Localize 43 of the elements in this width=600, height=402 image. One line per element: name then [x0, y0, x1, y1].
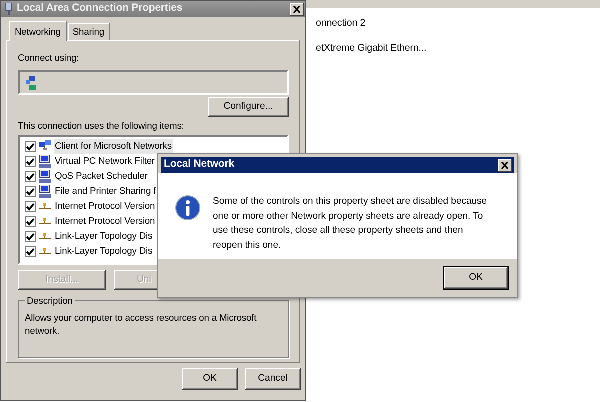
- connect-using-label: Connect using:: [18, 51, 80, 64]
- cancel-button[interactable]: Cancel: [245, 368, 301, 390]
- network-cable-icon: [5, 3, 13, 15]
- close-button[interactable]: [498, 158, 512, 172]
- checkbox[interactable]: [25, 201, 36, 212]
- description-text: Allows your computer to access resources on a Microsoft network.: [25, 311, 258, 337]
- configure-button[interactable]: Configure...: [208, 97, 289, 117]
- list-item[interactable]: Link-Layer Topology Dis: [54, 229, 154, 244]
- checkbox[interactable]: [25, 141, 36, 152]
- dialog-title: Local Network: [164, 157, 234, 172]
- list-item[interactable]: Client for Microsoft Networks: [54, 139, 173, 154]
- list-item[interactable]: Link-Layer Topology Dis: [54, 244, 154, 259]
- items-label: This connection uses the following items:: [18, 119, 186, 132]
- ok-button[interactable]: OK: [444, 267, 508, 289]
- checkbox[interactable]: [25, 171, 36, 182]
- info-icon: [175, 195, 201, 221]
- list-item[interactable]: Virtual PC Network Filter: [54, 154, 156, 169]
- close-icon: [501, 162, 509, 168]
- network-client-icon: [39, 140, 51, 153]
- checkbox[interactable]: [25, 186, 36, 197]
- computer-icon: [39, 170, 51, 183]
- tab[interactable]: Sharing: [68, 22, 110, 40]
- list-item[interactable]: File and Printer Sharing f: [54, 184, 158, 199]
- close-button[interactable]: [290, 2, 304, 16]
- window-title: Local Area Connection Properties: [17, 1, 183, 16]
- checkbox[interactable]: [25, 216, 36, 227]
- adapter-field[interactable]: [18, 70, 289, 95]
- network-adapter-icon: [26, 76, 38, 90]
- list-item[interactable]: QoS Packet Scheduler: [54, 169, 149, 184]
- message-text: Some of the controls on this property sheet are disabled because one or more other Network property sheets are already open. To use these controls, close all these property sheets and then reopen this one.: [213, 195, 488, 252]
- list-item[interactable]: Internet Protocol Version: [54, 199, 156, 214]
- close-icon: [293, 6, 301, 12]
- list-item[interactable]: Internet Protocol Version: [54, 214, 156, 229]
- computer-icon: [39, 155, 51, 168]
- list-item[interactable]: etXtreme Gigabit Ethern...: [316, 42, 427, 67]
- tab[interactable]: Networking: [9, 20, 67, 41]
- list-item[interactable]: onnection 2: [316, 17, 427, 42]
- checkbox[interactable]: [25, 246, 36, 257]
- computer-icon: [39, 185, 51, 198]
- group-title: Description: [25, 294, 75, 308]
- checkbox[interactable]: [25, 231, 36, 242]
- ok-button[interactable]: OK: [182, 368, 238, 390]
- checkbox[interactable]: [25, 156, 36, 167]
